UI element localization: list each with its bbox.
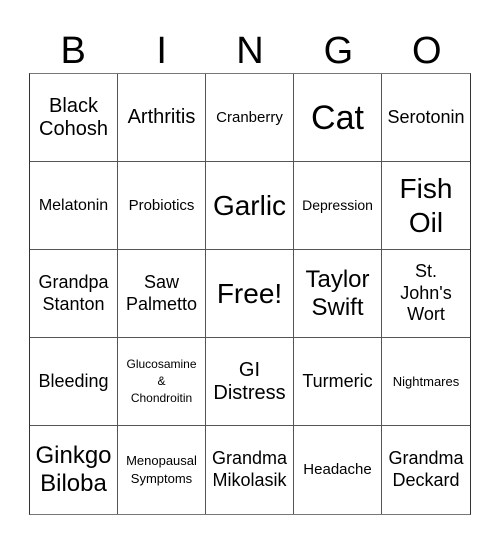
cell-label: Ginkgo Biloba	[35, 442, 112, 497]
bingo-cell[interactable]: Probiotics	[118, 162, 206, 250]
bingo-cell[interactable]: Nightmares	[382, 338, 470, 426]
cell-label: Free!	[216, 277, 283, 309]
cell-label: Arthritis	[127, 106, 196, 128]
cell-label: Grandma Deckard	[388, 448, 464, 490]
bingo-cell[interactable]: Taylor Swift	[294, 250, 382, 338]
bingo-cell[interactable]: Menopausal Symptoms	[118, 426, 206, 514]
bingo-cell[interactable]: Glucosamine & Chondroitin	[118, 338, 206, 426]
bingo-cell[interactable]: Turmeric	[294, 338, 382, 426]
bingo-cell[interactable]: Cranberry	[206, 74, 294, 162]
cell-label: Taylor Swift	[305, 265, 370, 321]
cell-label: Saw Palmetto	[125, 271, 198, 314]
cell-label: Turmeric	[302, 370, 373, 391]
cell-label: Grandma Mikolasik	[211, 448, 288, 490]
free-space-cell[interactable]: Free!	[206, 250, 294, 338]
bingo-board: Black Cohosh Arthritis Cranberry Cat Ser…	[29, 73, 471, 515]
cell-label: Cat	[311, 98, 364, 137]
bingo-cell[interactable]: Arthritis	[118, 74, 206, 162]
bingo-cell[interactable]: St. John's Wort	[382, 250, 470, 338]
cell-label: Probiotics	[128, 196, 195, 214]
cell-label: Garlic	[212, 189, 287, 221]
cell-label: Cranberry	[216, 108, 283, 126]
header-letter-b: B	[60, 30, 86, 72]
cell-label: Fish Oil	[399, 172, 453, 238]
bingo-cell[interactable]: Ginkgo Biloba	[30, 426, 118, 514]
bingo-cell[interactable]: Grandma Mikolasik	[206, 426, 294, 514]
cell-label: Melatonin	[38, 196, 109, 214]
bingo-cell[interactable]: Grandpa Stanton	[30, 250, 118, 338]
bingo-cell[interactable]: Saw Palmetto	[118, 250, 206, 338]
cell-label: Menopausal Symptoms	[126, 453, 197, 486]
bingo-cell[interactable]: Bleeding	[30, 338, 118, 426]
cell-label: Glucosamine & Chondroitin	[126, 357, 197, 405]
bingo-cell[interactable]: Fish Oil	[382, 162, 470, 250]
bingo-cell[interactable]: Headache	[294, 426, 382, 514]
cell-label: Serotonin	[387, 106, 465, 127]
bingo-cell[interactable]: Depression	[294, 162, 382, 250]
bingo-cell[interactable]: Melatonin	[30, 162, 118, 250]
cell-label: GI Distress	[213, 358, 286, 404]
cell-label: Grandpa Stanton	[38, 271, 109, 314]
cell-label: Depression	[302, 196, 373, 213]
bingo-cell[interactable]: GI Distress	[206, 338, 294, 426]
cell-label: St. John's Wort	[400, 261, 452, 325]
bingo-cell[interactable]: Serotonin	[382, 74, 470, 162]
cell-label: Black Cohosh	[39, 94, 108, 140]
cell-label: Bleeding	[38, 370, 109, 391]
header-letter-g: G	[323, 30, 354, 72]
header-letter-i: I	[156, 30, 167, 72]
bingo-cell[interactable]: Cat	[294, 74, 382, 162]
bingo-header: B I N G O	[29, 28, 471, 74]
bingo-cell[interactable]: Black Cohosh	[30, 74, 118, 162]
cell-label: Nightmares	[392, 373, 460, 389]
header-letter-o: O	[412, 30, 442, 72]
bingo-cell[interactable]: Grandma Deckard	[382, 426, 470, 514]
bingo-cell[interactable]: Garlic	[206, 162, 294, 250]
header-letter-n: N	[236, 30, 264, 72]
cell-label: Headache	[303, 461, 372, 478]
